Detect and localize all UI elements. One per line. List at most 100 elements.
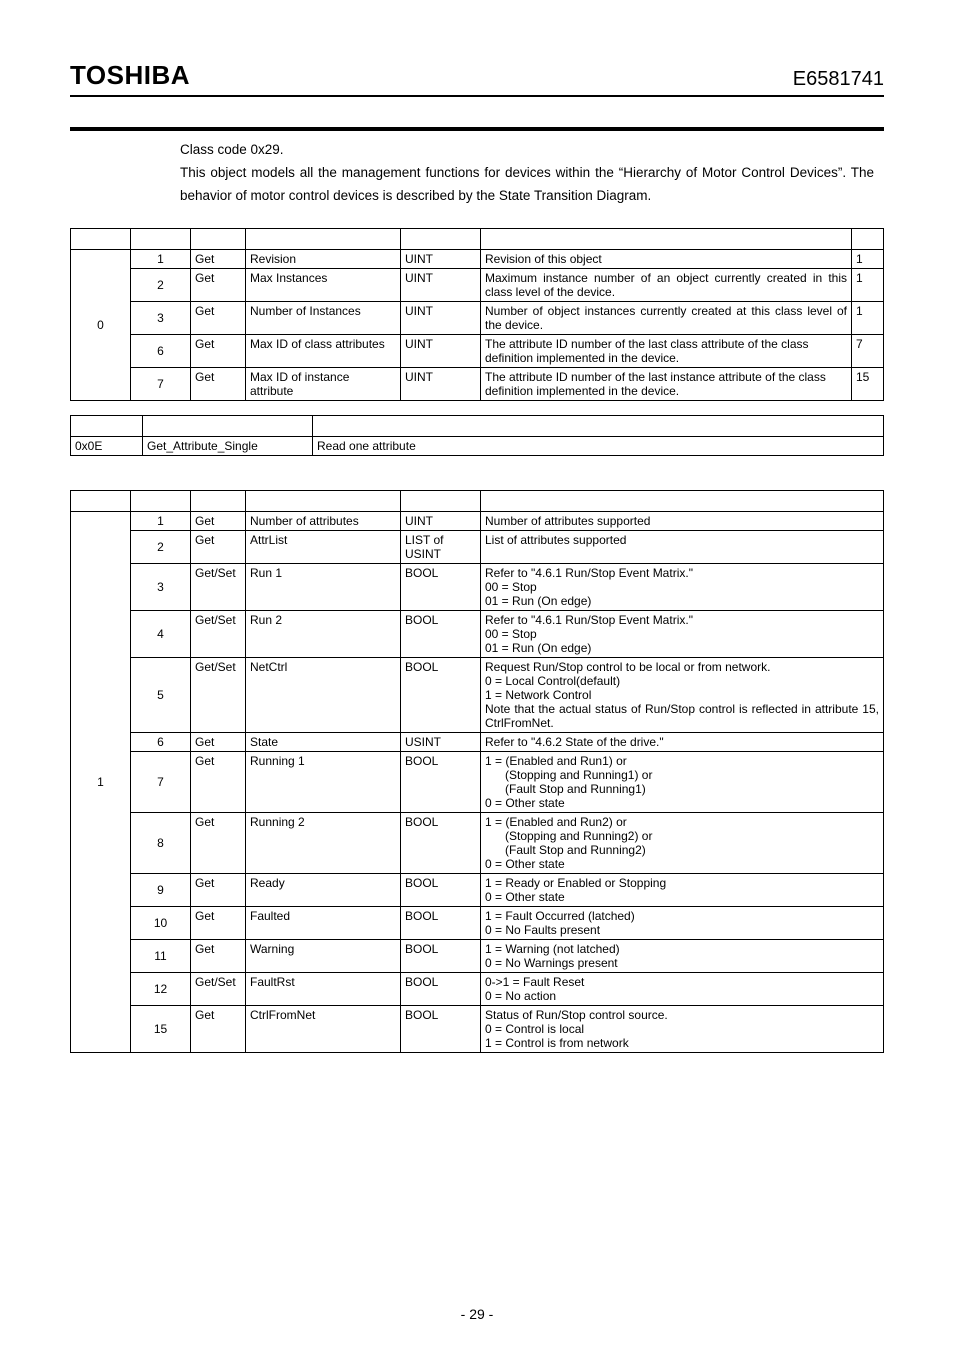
- table-row: 2 Get Max Instances UINT Maximum instanc…: [71, 268, 884, 301]
- intro-line2: This object models all the management fu…: [180, 162, 874, 208]
- name-cell: Running 2: [246, 812, 401, 873]
- table-row: 11 Get Warning BOOL 1 = Warning (not lat…: [71, 939, 884, 972]
- attr-id: 15: [131, 1005, 191, 1052]
- value-cell: 1: [852, 268, 884, 301]
- attr-id: 2: [131, 268, 191, 301]
- service-name: Get_Attribute_Single: [143, 436, 313, 455]
- type-cell: BOOL: [401, 751, 481, 812]
- name-cell: Max Instances: [246, 268, 401, 301]
- attr-id: 1: [131, 249, 191, 268]
- value-cell: 7: [852, 334, 884, 367]
- semantics-cell: 1 = Warning (not latched) 0 = No Warning…: [481, 939, 884, 972]
- table-row: 7 Get Running 1 BOOL 1 = (Enabled and Ru…: [71, 751, 884, 812]
- access-cell: Get: [191, 732, 246, 751]
- name-cell: Running 1: [246, 751, 401, 812]
- attr-id: 12: [131, 972, 191, 1005]
- access-cell: Get/Set: [191, 610, 246, 657]
- semantics-cell: 0->1 = Fault Reset 0 = No action: [481, 972, 884, 1005]
- access-cell: Get: [191, 334, 246, 367]
- access-cell: Get: [191, 511, 246, 530]
- table-row: 4 Get/Set Run 2 BOOL Refer to "4.6.1 Run…: [71, 610, 884, 657]
- semantics-cell: Number of attributes supported: [481, 511, 884, 530]
- type-cell: BOOL: [401, 1005, 481, 1052]
- attr-id: 1: [131, 511, 191, 530]
- intro-text: Class code 0x29. This object models all …: [180, 139, 874, 208]
- name-cell: Run 1: [246, 563, 401, 610]
- value-cell: 1: [852, 249, 884, 268]
- type-cell: USINT: [401, 732, 481, 751]
- type-cell: BOOL: [401, 812, 481, 873]
- attr-id: 2: [131, 530, 191, 563]
- semantics-cell: Refer to "4.6.2 State of the drive.": [481, 732, 884, 751]
- type-cell: BOOL: [401, 972, 481, 1005]
- table-row: 12 Get/Set FaultRst BOOL 0->1 = Fault Re…: [71, 972, 884, 1005]
- attr-id: 5: [131, 657, 191, 732]
- attr-id: 6: [131, 732, 191, 751]
- semantics-cell: Maximum instance number of an object cur…: [481, 268, 852, 301]
- attr-id: 7: [131, 367, 191, 400]
- type-cell: UINT: [401, 334, 481, 367]
- attr-id: 7: [131, 751, 191, 812]
- semantics-cell: Revision of this object: [481, 249, 852, 268]
- semantics-cell: The attribute ID number of the last clas…: [481, 334, 852, 367]
- table-row: 10 Get Faulted BOOL 1 = Fault Occurred (…: [71, 906, 884, 939]
- table-row: 6 Get State USINT Refer to "4.6.2 State …: [71, 732, 884, 751]
- type-cell: UINT: [401, 268, 481, 301]
- semantics-cell: 1 = (Enabled and Run2) or (Stopping and …: [481, 812, 884, 873]
- class-attributes-table: 0 1 Get Revision UINT Revision of this o…: [70, 228, 884, 401]
- semantics-cell: Refer to "4.6.1 Run/Stop Event Matrix." …: [481, 610, 884, 657]
- attr-id: 4: [131, 610, 191, 657]
- name-cell: Faulted: [246, 906, 401, 939]
- access-cell: Get: [191, 812, 246, 873]
- divider-rule: [70, 127, 884, 131]
- attr-id: 3: [131, 563, 191, 610]
- semantics-cell: 1 = Ready or Enabled or Stopping 0 = Oth…: [481, 873, 884, 906]
- table-row: 6 Get Max ID of class attributes UINT Th…: [71, 334, 884, 367]
- service-code: 0x0E: [71, 436, 143, 455]
- access-cell: Get: [191, 301, 246, 334]
- page-header: TOSHIBA E6581741: [70, 60, 884, 97]
- name-cell: State: [246, 732, 401, 751]
- table-row: 5 Get/Set NetCtrl BOOL Request Run/Stop …: [71, 657, 884, 732]
- access-cell: Get: [191, 367, 246, 400]
- table-header-row: [71, 228, 884, 249]
- table-row: 7 Get Max ID of instance attribute UINT …: [71, 367, 884, 400]
- access-cell: Get: [191, 906, 246, 939]
- value-cell: 1: [852, 301, 884, 334]
- access-cell: Get: [191, 751, 246, 812]
- name-cell: Warning: [246, 939, 401, 972]
- access-cell: Get/Set: [191, 972, 246, 1005]
- services-table: 0x0E Get_Attribute_Single Read one attri…: [70, 415, 884, 456]
- toshiba-logo: TOSHIBA: [70, 60, 190, 91]
- name-cell: Ready: [246, 873, 401, 906]
- table-row: 9 Get Ready BOOL 1 = Ready or Enabled or…: [71, 873, 884, 906]
- table-row: 0 1 Get Revision UINT Revision of this o…: [71, 249, 884, 268]
- table-row: 2 Get AttrList LIST of USINT List of att…: [71, 530, 884, 563]
- name-cell: Number of Instances: [246, 301, 401, 334]
- name-cell: FaultRst: [246, 972, 401, 1005]
- type-cell: UINT: [401, 511, 481, 530]
- attr-id: 3: [131, 301, 191, 334]
- attr-id: 9: [131, 873, 191, 906]
- attr-id: 11: [131, 939, 191, 972]
- type-cell: UINT: [401, 367, 481, 400]
- intro-line1: Class code 0x29.: [180, 139, 874, 162]
- table-row: 3 Get/Set Run 1 BOOL Refer to "4.6.1 Run…: [71, 563, 884, 610]
- semantics-cell: Refer to "4.6.1 Run/Stop Event Matrix." …: [481, 563, 884, 610]
- instance-cell: 1: [71, 511, 131, 1052]
- value-cell: 15: [852, 367, 884, 400]
- name-cell: Run 2: [246, 610, 401, 657]
- type-cell: BOOL: [401, 610, 481, 657]
- type-cell: BOOL: [401, 906, 481, 939]
- access-cell: Get: [191, 1005, 246, 1052]
- type-cell: LIST of USINT: [401, 530, 481, 563]
- name-cell: Number of attributes: [246, 511, 401, 530]
- table-row: 0x0E Get_Attribute_Single Read one attri…: [71, 436, 884, 455]
- access-cell: Get: [191, 249, 246, 268]
- name-cell: CtrlFromNet: [246, 1005, 401, 1052]
- type-cell: UINT: [401, 301, 481, 334]
- table-row: 1 1 Get Number of attributes UINT Number…: [71, 511, 884, 530]
- access-cell: Get/Set: [191, 563, 246, 610]
- semantics-cell: Number of object instances currently cre…: [481, 301, 852, 334]
- semantics-cell: Request Run/Stop control to be local or …: [481, 657, 884, 732]
